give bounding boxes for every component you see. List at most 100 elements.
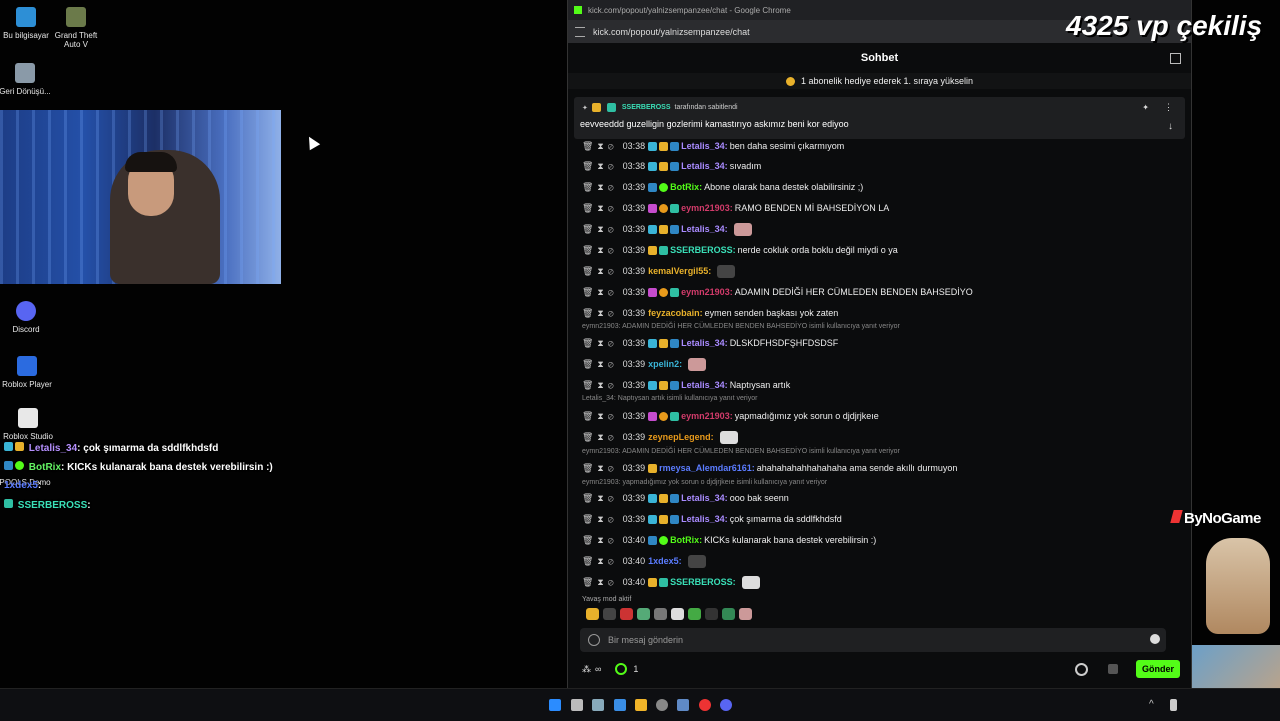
emote-bar[interactable] <box>586 608 752 620</box>
file-explorer-icon[interactable] <box>635 699 647 711</box>
chat-message[interactable]: 🗑⧗⊘ 03:39 Letalis_34: Naptıysan artık <box>582 377 790 393</box>
message-mod-tools-icon[interactable]: 🗑⧗⊘ <box>582 203 618 214</box>
message-username[interactable]: Letalis_34: <box>681 141 728 151</box>
message-mod-tools-icon[interactable]: 🗑⧗⊘ <box>582 463 618 474</box>
message-mod-tools-icon[interactable]: 🗑⧗⊘ <box>582 182 618 193</box>
emote[interactable] <box>586 608 599 620</box>
message-username[interactable]: BotRix: <box>670 535 702 545</box>
message-username[interactable]: SSERBEROSS: <box>670 245 736 255</box>
chat-message[interactable]: 🗑⧗⊘ 03:39 BotRix: Abone olarak bana destek… <box>582 179 863 195</box>
emote[interactable] <box>739 608 752 620</box>
message-mod-tools-icon[interactable]: 🗑⧗⊘ <box>582 161 618 172</box>
message-username[interactable]: BotRix: <box>670 182 702 192</box>
message-username[interactable]: eymn21903: <box>681 203 733 213</box>
chat-message[interactable]: 🗑⧗⊘ 03:39 eymn21903: RAMO BENDEN Mİ BAHSED… <box>582 200 889 216</box>
channel-points-icon[interactable] <box>615 663 628 675</box>
chat-message[interactable]: 🗑⧗⊘ 03:39 eymn21903: ADAMIN DEDİĞİ HER CÜM… <box>582 284 973 300</box>
more-options-icon[interactable]: ⋮ <box>1164 102 1173 113</box>
message-username[interactable]: Letalis_34: <box>681 338 728 348</box>
message-username[interactable]: 1xdex5: <box>648 556 682 566</box>
message-mod-tools-icon[interactable]: 🗑⧗⊘ <box>582 432 618 443</box>
chat-message[interactable]: 🗑⧗⊘ 03:40 BotRix: KICKs kulanarak bana des… <box>582 532 876 548</box>
emote[interactable] <box>603 608 616 620</box>
desktop-icon-gta[interactable]: Grand Theft Auto V <box>46 7 106 49</box>
message-mod-tools-icon[interactable]: 🗑⧗⊘ <box>582 245 618 256</box>
chrome-icon[interactable] <box>699 699 711 711</box>
message-username[interactable]: xpelin2: <box>648 359 682 369</box>
chat-message[interactable]: 🗑⧗⊘ 03:39 zeynepLegend: <box>582 429 738 445</box>
message-username[interactable]: eymn21903: <box>681 287 733 297</box>
chat-message[interactable]: 🗑⧗⊘ 03:39 eymn21903: yapmadığımız yok soru… <box>582 408 879 424</box>
message-mod-tools-icon[interactable]: 🗑⧗⊘ <box>582 577 618 588</box>
chat-message[interactable]: 🗑⧗⊘ 03:40 SSERBEROSS: <box>582 574 760 590</box>
desktop-icon-recycle-bin[interactable]: Geri Dönüşü... <box>0 63 55 96</box>
message-mod-tools-icon[interactable]: 🗑⧗⊘ <box>582 535 618 546</box>
message-username[interactable]: eymn21903: <box>681 411 733 421</box>
start-icon[interactable] <box>549 699 561 711</box>
chat-message[interactable]: 🗑⧗⊘ 03:39 feyzacobain: eymen senden başkas… <box>582 305 838 321</box>
message-mod-tools-icon[interactable]: 🗑⧗⊘ <box>582 514 618 525</box>
message-mod-tools-icon[interactable]: 🗑⧗⊘ <box>582 224 618 235</box>
gear-icon[interactable] <box>1075 662 1088 676</box>
site-settings-icon[interactable] <box>575 26 585 37</box>
message-username[interactable]: Letalis_34: <box>681 161 728 171</box>
unpin-icon[interactable]: ✦ <box>1142 103 1149 112</box>
emote[interactable] <box>637 608 650 620</box>
desktop-icon-roblox-player[interactable]: Roblox Player <box>0 356 57 389</box>
message-mod-tools-icon[interactable]: 🗑⧗⊘ <box>582 380 618 391</box>
discord-taskbar-icon[interactable] <box>720 699 732 711</box>
message-mod-tools-icon[interactable]: 🗑⧗⊘ <box>582 411 618 422</box>
message-username[interactable]: Letalis_34: <box>681 380 728 390</box>
message-username[interactable]: Letalis_34: <box>681 493 728 503</box>
message-input[interactable]: Bir mesaj gönderin <box>580 628 1166 652</box>
gift-sub-banner[interactable]: 1 abonelik hediye ederek 1. sıraya yükse… <box>568 73 1191 89</box>
message-mod-tools-icon[interactable]: 🗑⧗⊘ <box>582 338 618 349</box>
emote[interactable] <box>671 608 684 620</box>
emote[interactable] <box>620 608 633 620</box>
message-username[interactable]: zeynepLegend: <box>648 432 714 442</box>
microphone-icon[interactable] <box>1170 699 1177 711</box>
emote[interactable] <box>688 608 701 620</box>
message-mod-tools-icon[interactable]: 🗑⧗⊘ <box>582 493 618 504</box>
desktop-icon-roblox-studio[interactable]: Roblox Studio <box>0 408 58 441</box>
chat-identity-icon[interactable] <box>588 634 600 646</box>
chat-message[interactable]: 🗑⧗⊘ 03:39 Letalis_34: <box>582 221 752 237</box>
pinned-by-user[interactable]: SSERBEROSS <box>622 104 671 111</box>
send-button[interactable]: Gönder <box>1136 660 1180 678</box>
chat-message[interactable]: 🗑⧗⊘ 03:39 rmeysa_Alemdar6161: ahahahahahha… <box>582 460 957 476</box>
expand-down-icon[interactable]: ↓ <box>1168 121 1173 132</box>
emote-menu-icon[interactable] <box>1108 664 1118 674</box>
popout-icon[interactable] <box>1170 53 1181 64</box>
message-mod-tools-icon[interactable]: 🗑⧗⊘ <box>582 556 618 567</box>
message-username[interactable]: Letalis_34: <box>681 224 728 234</box>
desktop-icon-discord[interactable]: Discord <box>0 301 56 334</box>
message-username[interactable]: feyzacobain: <box>648 308 703 318</box>
tray-chevron-icon[interactable]: ^ <box>1149 699 1161 711</box>
chat-message[interactable]: 🗑⧗⊘ 03:39 Letalis_34: ooo bak seenn <box>582 490 789 506</box>
settings-app-icon[interactable] <box>677 699 689 711</box>
chat-message[interactable]: 🗑⧗⊘ 03:38 Letalis_34: sıvadım <box>582 158 761 174</box>
message-username[interactable]: Letalis_34: <box>681 514 728 524</box>
message-mod-tools-icon[interactable]: 🗑⧗⊘ <box>582 287 618 298</box>
message-username[interactable]: rmeysa_Alemdar6161: <box>659 463 755 473</box>
chat-message[interactable]: 🗑⧗⊘ 03:40 1xdex5: <box>582 553 706 569</box>
steam-icon[interactable] <box>656 699 668 711</box>
emote[interactable] <box>722 608 735 620</box>
chat-message[interactable]: 🗑⧗⊘ 03:39 xpelin2: <box>582 356 707 372</box>
chat-message[interactable]: 🗑⧗⊘ 03:39 kemalVergil55: <box>582 263 736 279</box>
message-mod-tools-icon[interactable]: 🗑⧗⊘ <box>582 266 618 277</box>
emote[interactable] <box>654 608 667 620</box>
emoji-picker-icon[interactable] <box>1150 634 1160 644</box>
chat-message[interactable]: 🗑⧗⊘ 03:39 Letalis_34: DLSKDFHSDFŞHFDSDSF <box>582 335 838 351</box>
message-mod-tools-icon[interactable]: 🗑⧗⊘ <box>582 141 618 152</box>
chat-message[interactable]: 🗑⧗⊘ 03:39 Letalis_34: çok şımarma da sddlf… <box>582 511 842 527</box>
message-username[interactable]: kemalVergil55: <box>648 266 711 276</box>
task-view-icon[interactable] <box>592 699 604 711</box>
widgets-icon[interactable] <box>614 699 626 711</box>
emote[interactable] <box>705 608 718 620</box>
search-icon[interactable] <box>571 699 583 711</box>
message-mod-tools-icon[interactable]: 🗑⧗⊘ <box>582 359 618 370</box>
message-mod-tools-icon[interactable]: 🗑⧗⊘ <box>582 308 618 319</box>
message-username[interactable]: SSERBEROSS: <box>670 577 736 587</box>
chat-message[interactable]: 🗑⧗⊘ 03:39 SSERBEROSS: nerde cokluk orda bo… <box>582 242 898 258</box>
